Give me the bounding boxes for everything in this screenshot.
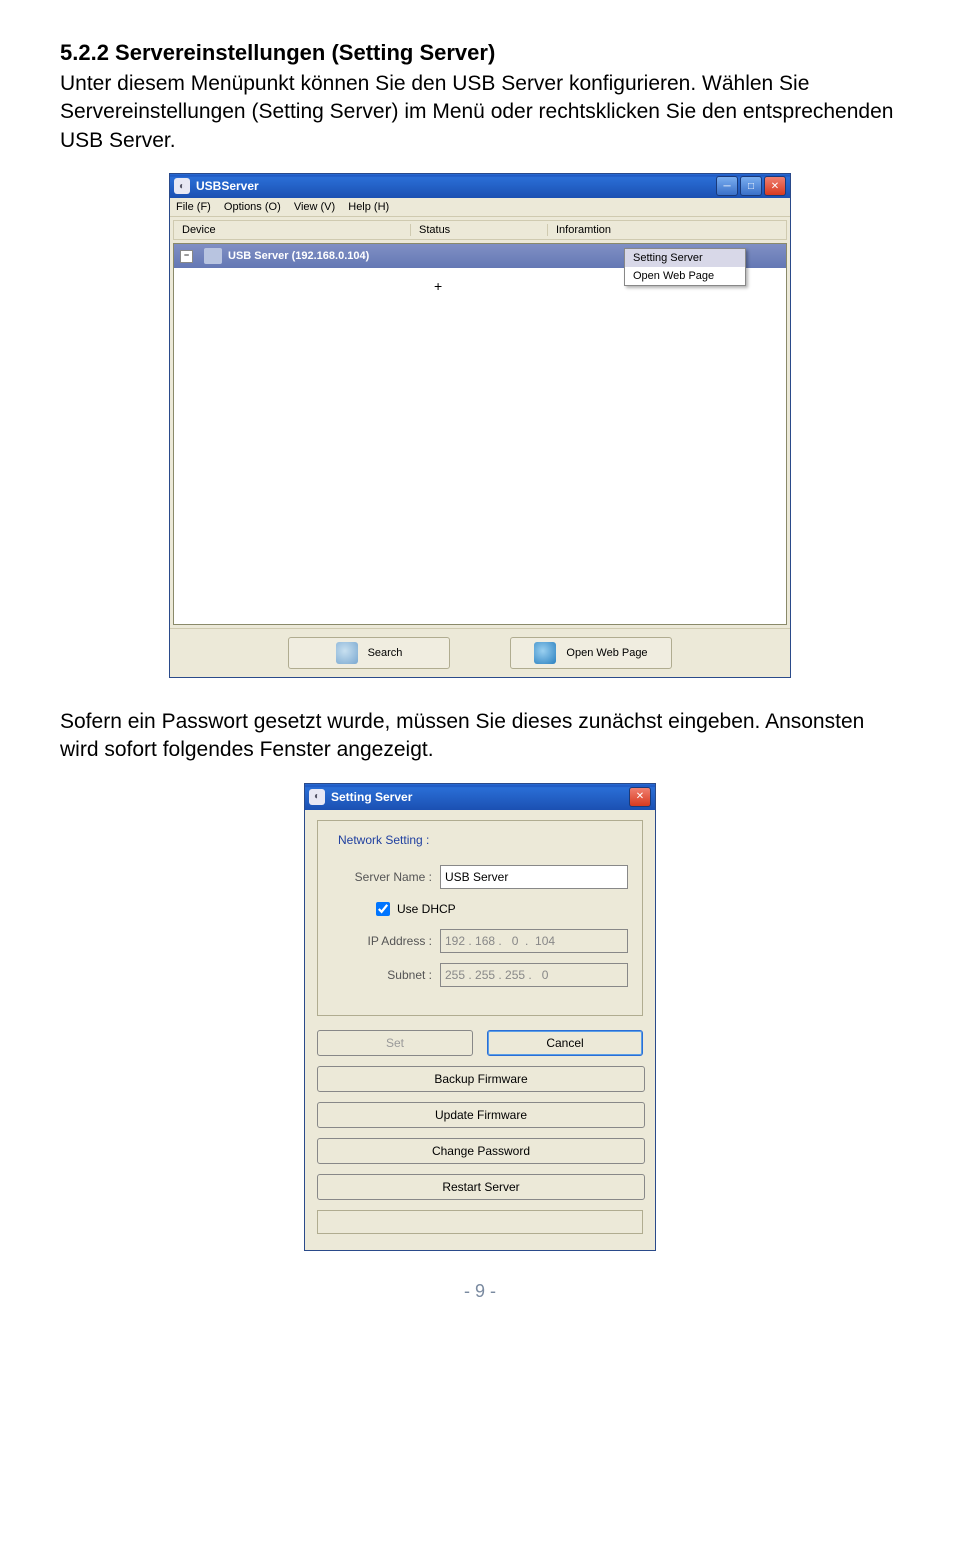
backup-firmware-button[interactable]: Backup Firmware	[317, 1066, 645, 1092]
window-title: USBServer	[196, 179, 716, 193]
open-web-page-button[interactable]: Open Web Page	[510, 637, 672, 669]
usb-server-row[interactable]: − USB Server (192.168.0.104) Setting Ser…	[174, 244, 786, 268]
app-icon: ◐	[174, 178, 190, 194]
context-menu: Setting Server Open Web Page	[624, 248, 746, 286]
dialog-titlebar: ◐ Setting Server ✕	[305, 784, 655, 810]
close-button[interactable]: ✕	[764, 176, 786, 196]
col-device[interactable]: Device	[174, 224, 411, 236]
col-info[interactable]: Inforamtion	[548, 224, 786, 236]
change-password-button[interactable]: Change Password	[317, 1138, 645, 1164]
server-name-label: Server Name :	[332, 870, 432, 884]
page-number: - 9 -	[60, 1281, 900, 1302]
minimize-button[interactable]: ─	[716, 176, 738, 196]
server-name-input[interactable]	[440, 865, 628, 889]
server-icon	[204, 248, 222, 264]
column-headers: Device Status Inforamtion	[173, 220, 787, 240]
maximize-button[interactable]: □	[740, 176, 762, 196]
cancel-button[interactable]: Cancel	[487, 1030, 643, 1056]
setting-server-dialog-figure: ◐ Setting Server ✕ Network Setting : Ser…	[60, 783, 900, 1251]
device-tree: − USB Server (192.168.0.104) Setting Ser…	[173, 243, 787, 625]
subnet-input	[440, 963, 628, 987]
section-heading: 5.2.2 Servereinstellungen (Setting Serve…	[60, 40, 900, 66]
server-row-label: USB Server (192.168.0.104)	[228, 250, 369, 262]
menubar: File (F) Options (O) View (V) Help (H)	[170, 198, 790, 217]
search-icon	[336, 642, 358, 664]
usbserver-window-figure: ◐ USBServer ─ □ ✕ File (F) Options (O) V…	[60, 173, 900, 678]
search-button[interactable]: Search	[288, 637, 450, 669]
cursor-icon: +	[434, 278, 442, 294]
ip-address-input	[440, 929, 628, 953]
update-firmware-button[interactable]: Update Firmware	[317, 1102, 645, 1128]
menu-file[interactable]: File (F)	[176, 201, 211, 213]
usbserver-window: ◐ USBServer ─ □ ✕ File (F) Options (O) V…	[169, 173, 791, 678]
menu-options[interactable]: Options (O)	[224, 201, 281, 213]
search-button-label: Search	[368, 647, 403, 659]
context-setting-server[interactable]: Setting Server	[625, 249, 745, 267]
set-button[interactable]: Set	[317, 1030, 473, 1056]
dialog-close-button[interactable]: ✕	[629, 787, 651, 807]
titlebar: ◐ USBServer ─ □ ✕	[170, 174, 790, 198]
paragraph-2: Sofern ein Passwort gesetzt wurde, müsse…	[60, 708, 900, 765]
bottom-toolbar: Search Open Web Page	[170, 628, 790, 677]
status-strip	[317, 1210, 643, 1234]
col-status[interactable]: Status	[411, 224, 548, 236]
setting-server-dialog: ◐ Setting Server ✕ Network Setting : Ser…	[304, 783, 656, 1251]
use-dhcp-checkbox[interactable]	[376, 902, 390, 916]
network-setting-fieldset: Network Setting : Server Name : Use DHCP…	[317, 820, 643, 1016]
fieldset-legend: Network Setting :	[334, 833, 433, 847]
open-web-page-label: Open Web Page	[566, 647, 647, 659]
menu-view[interactable]: View (V)	[294, 201, 335, 213]
context-open-web-page[interactable]: Open Web Page	[625, 267, 745, 285]
use-dhcp-label: Use DHCP	[397, 902, 456, 916]
dialog-app-icon: ◐	[309, 789, 325, 805]
tree-toggle[interactable]: −	[180, 250, 193, 263]
restart-server-button[interactable]: Restart Server	[317, 1174, 645, 1200]
subnet-label: Subnet :	[332, 968, 432, 982]
paragraph-1: Unter diesem Menüpunkt können Sie den US…	[60, 70, 900, 155]
dialog-title: Setting Server	[331, 790, 629, 804]
ip-address-label: IP Address :	[332, 934, 432, 948]
globe-icon	[534, 642, 556, 664]
menu-help[interactable]: Help (H)	[348, 201, 389, 213]
